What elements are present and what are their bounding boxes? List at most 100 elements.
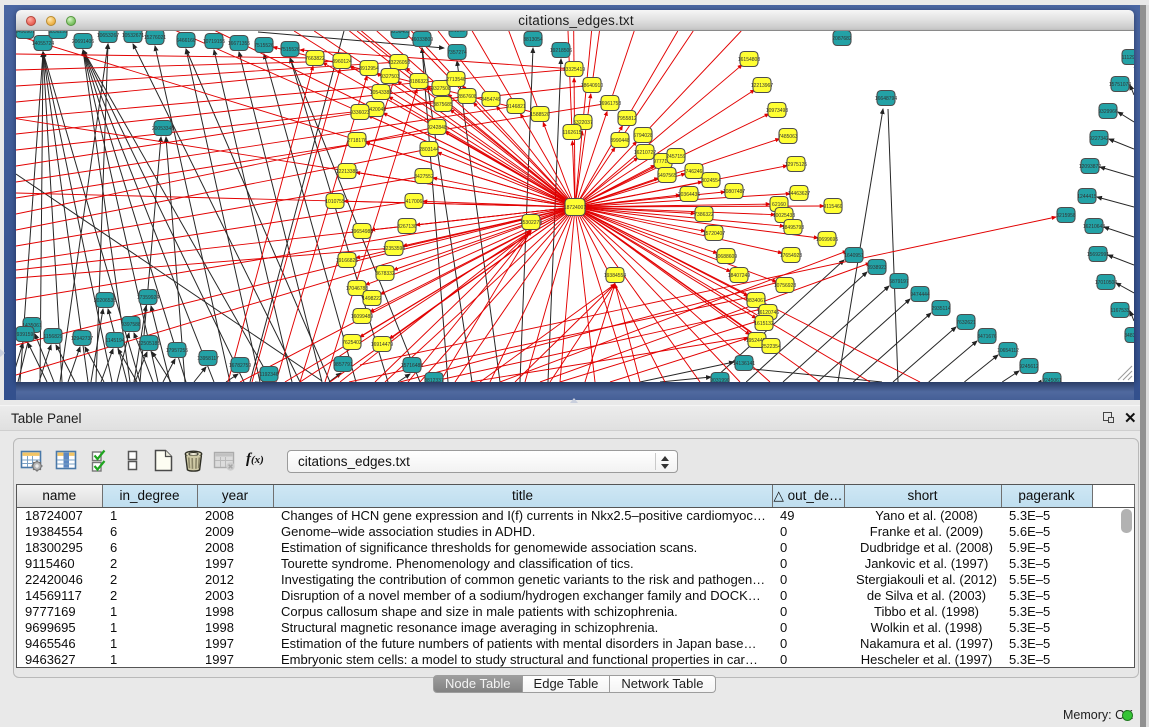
svg-text:15692991: 15692991 [1087, 252, 1109, 258]
svg-text:20053346: 20053346 [152, 126, 174, 132]
svg-text:1498222: 1498222 [362, 296, 382, 302]
svg-text:3215958: 3215958 [1056, 213, 1076, 219]
svg-text:7386322: 7386322 [694, 212, 714, 218]
svg-text:13958117: 13958117 [197, 356, 219, 362]
svg-text:9474444: 9474444 [910, 292, 930, 298]
svg-text:10654112: 10654112 [997, 348, 1019, 354]
svg-text:16961758: 16961758 [599, 101, 621, 107]
svg-text:19384554: 19384554 [604, 273, 626, 279]
svg-text:8990448: 8990448 [610, 138, 630, 144]
svg-text:16671355: 16671355 [228, 41, 250, 47]
svg-text:9329966: 9329966 [1098, 109, 1118, 115]
svg-text:8938923: 8938923 [867, 265, 887, 271]
svg-text:6497565: 6497565 [657, 173, 677, 179]
svg-text:17359924: 17359924 [137, 295, 159, 301]
svg-text:17010504: 17010504 [1095, 280, 1117, 286]
svg-text:12975125: 12975125 [785, 162, 807, 168]
svg-text:1192346: 1192346 [259, 372, 278, 378]
svg-text:8427552: 8427552 [414, 174, 434, 180]
svg-text:1615132: 1615132 [754, 321, 774, 327]
svg-text:1244415: 1244415 [1077, 194, 1097, 200]
svg-text:9327508: 9327508 [431, 86, 451, 92]
svg-text:9146821: 9146821 [506, 104, 526, 110]
svg-text:2087682: 2087682 [832, 36, 852, 42]
svg-text:12942737: 12942737 [71, 336, 93, 342]
svg-text:7955812: 7955812 [617, 116, 637, 122]
svg-text:9245612: 9245612 [1019, 364, 1039, 370]
svg-text:14136141: 14136141 [733, 361, 755, 367]
svg-text:2457159: 2457159 [666, 154, 686, 160]
svg-text:6794028: 6794028 [633, 133, 653, 139]
svg-text:7625402: 7625402 [342, 340, 362, 346]
svg-text:10699695: 10699695 [816, 237, 838, 243]
svg-text:15276021: 15276021 [144, 35, 166, 41]
svg-text:6879197: 6879197 [889, 279, 909, 285]
svg-text:19218506: 19218506 [550, 48, 572, 54]
svg-text:2522354: 2522354 [761, 344, 781, 350]
svg-text:18407249: 18407249 [728, 273, 750, 279]
svg-text:10973493: 10973493 [766, 108, 788, 114]
svg-text:19654983: 19654983 [351, 229, 373, 235]
svg-text:2935114: 2935114 [931, 306, 950, 312]
svg-text:2803144: 2803144 [419, 147, 439, 153]
svg-text:7515526: 7515526 [254, 43, 274, 49]
svg-text:7485063: 7485063 [778, 134, 798, 140]
svg-text:10688609: 10688609 [715, 254, 737, 260]
svg-text:16914479: 16914479 [371, 342, 393, 348]
svg-text:3483210: 3483210 [1124, 333, 1134, 339]
svg-text:3024554: 3024554 [701, 178, 721, 184]
svg-text:8186323: 8186323 [409, 79, 429, 85]
svg-text:939159: 939159 [17, 332, 34, 338]
svg-text:10025433: 10025433 [773, 213, 795, 219]
svg-text:9857791: 9857791 [333, 362, 353, 368]
svg-text:9834067: 9834067 [746, 298, 766, 304]
svg-text:2718176: 2718176 [347, 138, 367, 144]
svg-text:15302273: 15302273 [520, 220, 542, 226]
svg-text:9227342: 9227342 [1089, 136, 1109, 142]
svg-text:16210722: 16210722 [634, 150, 656, 156]
svg-text:6466160: 6466160 [176, 38, 196, 44]
svg-text:12213967: 12213967 [751, 83, 773, 89]
svg-text:1156829: 1156829 [43, 334, 62, 340]
svg-text:1162615: 1162615 [562, 130, 581, 136]
svg-text:10532671: 10532671 [122, 33, 144, 39]
svg-text:7515526: 7515526 [280, 47, 300, 53]
svg-text:7663822: 7663822 [305, 56, 325, 62]
svg-text:10543382: 10543382 [370, 90, 392, 96]
svg-text:16210643: 16210643 [1083, 224, 1105, 230]
svg-text:15716485: 15716485 [401, 363, 423, 369]
svg-text:9336023: 9336023 [350, 110, 370, 116]
svg-text:10719155: 10719155 [203, 39, 225, 45]
svg-text:18495793: 18495793 [782, 225, 804, 231]
svg-text:18640910: 18640910 [581, 83, 603, 89]
svg-text:9327503: 9327503 [380, 74, 400, 80]
svg-text:746246: 746246 [686, 169, 703, 175]
svg-text:8912954: 8912954 [359, 66, 379, 72]
svg-text:16099489: 16099489 [351, 314, 373, 320]
svg-text:14463627: 14463627 [788, 191, 810, 197]
svg-text:13325419: 13325419 [563, 67, 585, 73]
svg-text:7357274: 7357274 [447, 50, 467, 56]
svg-text:7632621: 7632621 [956, 320, 976, 326]
svg-text:9242848: 9242848 [427, 125, 447, 131]
svg-text:1112905: 1112905 [1122, 55, 1134, 61]
svg-text:8960124: 8960124 [332, 59, 352, 65]
svg-text:17654923: 17654923 [780, 253, 802, 259]
svg-text:8678332: 8678332 [375, 271, 395, 277]
svg-text:10807487: 10807487 [723, 189, 745, 195]
svg-text:12213383: 12213383 [336, 169, 358, 175]
svg-text:1640951: 1640951 [844, 253, 864, 259]
svg-text:8813054: 8813054 [448, 31, 468, 34]
svg-text:2867608: 2867608 [457, 94, 477, 100]
svg-text:8813054: 8813054 [523, 37, 543, 43]
svg-text:17957255: 17957255 [166, 348, 188, 354]
svg-text:8471676: 8471676 [977, 334, 997, 340]
svg-text:15751074: 15751074 [1109, 82, 1131, 88]
svg-text:3875685: 3875685 [433, 102, 453, 108]
svg-text:1167533: 1167533 [1110, 308, 1129, 314]
svg-text:20691406: 20691406 [72, 39, 94, 45]
svg-text:16154808: 16154808 [738, 57, 760, 63]
svg-text:417006: 417006 [406, 199, 423, 205]
svg-text:18724007: 18724007 [564, 205, 586, 211]
svg-text:20206535: 20206535 [94, 298, 116, 304]
